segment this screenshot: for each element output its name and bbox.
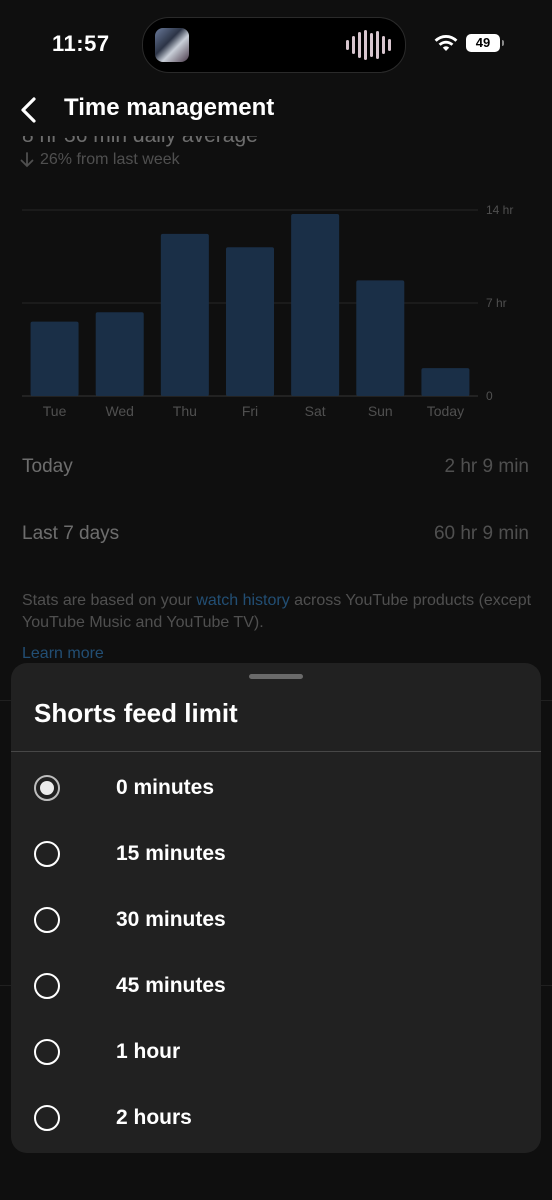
radio-button[interactable] [34,973,60,999]
option-2-hours[interactable]: 2 hours [11,1087,541,1153]
sheet-title: Shorts feed limit [34,698,238,728]
screen: 11:57 49 Time management 8 hr 36 min dai… [0,0,552,1200]
radio-button[interactable] [34,907,60,933]
radio-button[interactable] [34,775,60,801]
today-row: Today 2 hr 9 min [22,456,529,478]
x-tick-label: Tue [43,403,67,419]
status-bar: 11:57 49 [0,0,552,90]
x-tick-label: Sun [368,403,393,419]
radio-button[interactable] [34,1105,60,1131]
status-icons: 49 [434,34,504,52]
stats-footnote: Stats are based on your watch history ac… [22,590,532,634]
bar-tue[interactable] [30,321,79,396]
option-45-minutes[interactable]: 45 minutes [11,955,541,1021]
page-title: Time management [64,94,275,121]
audio-waveform-icon [346,30,391,60]
bar-sat[interactable] [291,213,340,396]
divider [541,700,552,701]
y-tick-label: 14 hr [486,203,513,217]
chevron-left-icon[interactable] [14,92,46,128]
divider [541,985,552,986]
bar-wed[interactable] [95,312,144,396]
last7-row: Last 7 days 60 hr 9 min [22,523,529,545]
wifi-icon [434,34,458,52]
bar-fri[interactable] [226,247,274,396]
bar-thu[interactable] [160,233,209,396]
arrow-down-icon [20,152,34,168]
daily-usage-chart: 14 hr 7 hr 0 Tue Wed Thu Fri Sat Sun Today [22,203,513,419]
option-label: 15 minutes [116,842,226,865]
option-label: 0 minutes [116,776,215,799]
divider [0,985,11,986]
weekly-change-text: 26% from last week [40,151,180,168]
radio-button[interactable] [34,1039,60,1065]
footnote-prefix: Stats are based on your [22,592,197,609]
x-tick-label: Today [427,403,464,419]
today-label: Today [22,456,73,477]
option-label: 2 hours [116,1106,192,1129]
learn-more-link[interactable]: Learn more [22,645,104,663]
option-label: 30 minutes [116,908,226,931]
status-time: 11:57 [52,31,110,56]
today-value: 2 hr 9 min [444,456,529,477]
last7-value: 60 hr 9 min [433,523,529,544]
shorts-feed-limit-sheet: Shorts feed limit 0 minutes 15 minutes 3… [11,663,541,1153]
sheet-divider [11,751,541,752]
weekly-change: 26% from last week [20,151,180,169]
last7-label: Last 7 days [22,523,120,544]
watch-history-link[interactable]: watch history [196,592,289,609]
drag-handle[interactable] [249,674,303,679]
divider [0,700,11,701]
dynamic-island[interactable] [142,17,406,73]
x-tick-label: Fri [242,403,258,419]
x-tick-label: Wed [105,403,134,419]
x-tick-label: Sat [305,403,326,419]
battery-icon: 49 [466,34,504,52]
option-label: 1 hour [116,1040,181,1063]
app-header: Time management [0,88,552,132]
y-tick-label: 7 hr [486,296,507,310]
now-playing-thumbnail [155,28,189,62]
radio-button[interactable] [34,841,60,867]
bar-sun[interactable] [356,280,405,396]
option-1-hour[interactable]: 1 hour [11,1021,541,1087]
option-label: 45 minutes [116,974,226,997]
option-15-minutes[interactable]: 15 minutes [11,823,541,889]
y-tick-label: 0 [486,389,493,403]
option-0-minutes[interactable]: 0 minutes [11,757,541,823]
bar-today[interactable] [421,368,470,396]
option-30-minutes[interactable]: 30 minutes [11,889,541,955]
x-tick-label: Thu [173,403,197,419]
